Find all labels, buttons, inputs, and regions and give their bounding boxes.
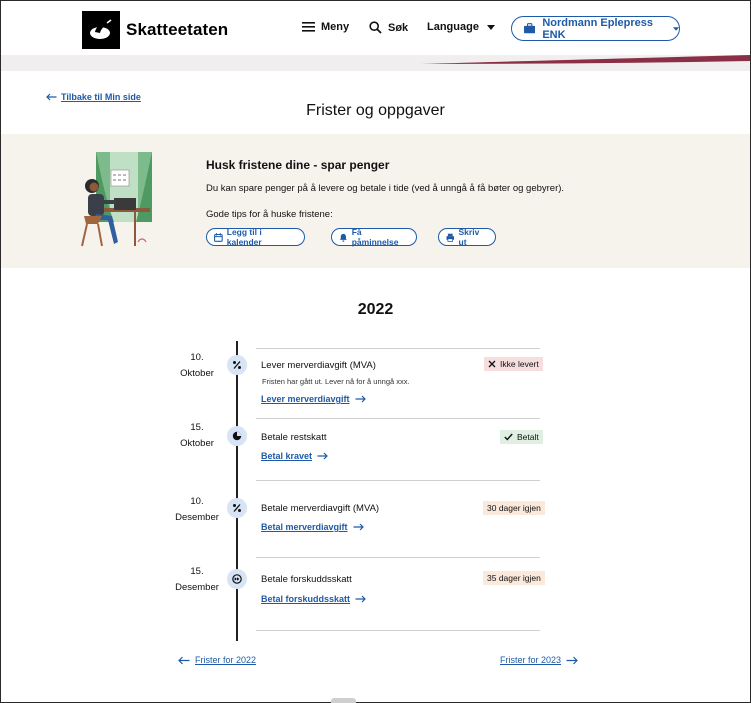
year-heading: 2022 — [357, 301, 394, 318]
arrow-left-icon — [178, 656, 190, 664]
timeline-divider — [256, 480, 540, 481]
add-to-calendar-button[interactable]: Legg til i kalender — [206, 227, 305, 247]
pay-vat-link[interactable]: Betal merverdiavgift — [261, 522, 364, 532]
checkmark-icon — [504, 433, 513, 441]
deadline-title: Betale forskuddsskatt — [261, 574, 352, 585]
scroll-indicator[interactable] — [331, 698, 356, 703]
tips-subtitle: Gode tips for å huske fristene: — [206, 209, 333, 220]
get-reminder-button[interactable]: Få påminnelse — [331, 227, 417, 247]
percent-icon — [227, 498, 247, 518]
arrow-right-icon — [317, 452, 328, 460]
deadline-date: 15. Oktober — [167, 420, 227, 452]
status-label: 35 dager igjen — [487, 573, 541, 583]
deadline-day: 15. — [190, 422, 204, 433]
timeline-divider — [256, 630, 540, 631]
timeline-divider — [256, 418, 540, 419]
search-button[interactable]: Søk — [369, 21, 408, 34]
language-selector[interactable]: Language — [427, 21, 495, 33]
percent-icon — [227, 355, 247, 375]
status-badge: Betalt — [500, 430, 543, 444]
pie-chart-icon — [227, 426, 247, 446]
tips-title: Husk fristene dine - spar penger — [206, 158, 390, 172]
pay-advance-tax-link-label: Betal forskuddsskatt — [261, 594, 351, 604]
deadline-day: 10. — [190, 496, 204, 507]
deadline-month: Oktober — [180, 368, 214, 379]
deadline-day: 15. — [190, 566, 204, 577]
deliver-vat-link[interactable]: Lever merverdiavgift — [261, 394, 366, 404]
pay-vat-link-label: Betal merverdiavgift — [261, 522, 348, 532]
deadline-title: Betale restskatt — [261, 432, 327, 443]
status-label: 30 dager igjen — [487, 503, 541, 513]
page-title: Frister og oppgaver — [306, 102, 445, 119]
deadline-date: 15. Desember — [167, 564, 227, 596]
deadline-title: Betale merverdiavgift (MVA) — [261, 503, 380, 514]
pay-claim-link[interactable]: Betal kravet — [261, 451, 328, 461]
account-label: Nordmann Eplepress ENK — [542, 16, 653, 41]
deadline-description: Fristen har gått ut. Lever nå for å unng… — [262, 377, 410, 386]
deadline-date: 10. Desember — [167, 494, 227, 526]
pay-advance-tax-link[interactable]: Betal forskuddsskatt — [261, 594, 366, 604]
forward-icon — [227, 569, 247, 589]
deadline-month: Desember — [175, 512, 219, 523]
search-label: Søk — [388, 21, 409, 34]
caret-down-icon — [672, 26, 679, 31]
person-at-desk-illustration — [78, 150, 156, 250]
account-button[interactable]: Nordmann Eplepress ENK — [511, 16, 680, 41]
hamburger-icon — [302, 22, 315, 32]
status-badge: Ikke levert — [484, 357, 543, 371]
calendar-icon — [214, 232, 223, 242]
status-label: Ikke levert — [500, 359, 539, 369]
print-label: Skriv ut — [458, 227, 480, 247]
printer-icon — [446, 233, 455, 242]
pay-claim-link-label: Betal kravet — [261, 451, 313, 461]
status-badge: 35 dager igjen — [483, 571, 545, 585]
add-to-calendar-label: Legg til i kalender — [226, 227, 262, 247]
tips-text: Du kan spare penger på å levere og betal… — [206, 183, 565, 194]
print-button[interactable]: Skriv ut — [438, 227, 496, 247]
back-link[interactable]: Tilbake til Min side — [46, 92, 141, 102]
deadline-date: 10. Oktober — [167, 350, 227, 382]
arrow-right-icon — [353, 523, 364, 531]
briefcase-icon — [524, 23, 536, 34]
deadline-title: Lever merverdiavgift (MVA) — [261, 360, 376, 371]
previous-year-label: Frister for 2022 — [195, 655, 257, 665]
close-icon — [488, 360, 496, 368]
deadline-day: 10. — [190, 352, 204, 363]
language-label: Language — [427, 21, 479, 33]
logo-mark[interactable] — [82, 11, 120, 49]
arrow-right-icon — [355, 595, 366, 603]
header-decoration — [1, 55, 750, 71]
menu-label: Meny — [321, 21, 350, 33]
search-icon — [369, 21, 382, 34]
deadline-month: Oktober — [180, 438, 214, 449]
next-year-link[interactable]: Frister for 2023 — [500, 655, 578, 665]
previous-year-link[interactable]: Frister for 2022 — [178, 655, 256, 665]
arrow-right-icon — [566, 656, 578, 664]
timeline-line — [236, 341, 238, 641]
deadline-month: Desember — [175, 582, 219, 593]
menu-button[interactable]: Meny — [302, 21, 349, 33]
timeline-divider — [256, 348, 540, 349]
back-link-label: Tilbake til Min side — [61, 92, 141, 102]
arrow-right-icon — [355, 395, 366, 403]
logo-text[interactable]: Skatteetaten — [126, 20, 228, 40]
arrow-left-icon — [46, 93, 57, 101]
next-year-label: Frister for 2023 — [500, 655, 562, 665]
caret-down-icon — [486, 24, 495, 30]
timeline-divider — [256, 557, 540, 558]
get-reminder-label: Få påminnelse — [351, 227, 399, 247]
bell-icon — [339, 233, 347, 242]
status-label: Betalt — [517, 432, 539, 442]
deliver-vat-link-label: Lever merverdiavgift — [261, 394, 350, 404]
status-badge: 30 dager igjen — [483, 501, 545, 515]
